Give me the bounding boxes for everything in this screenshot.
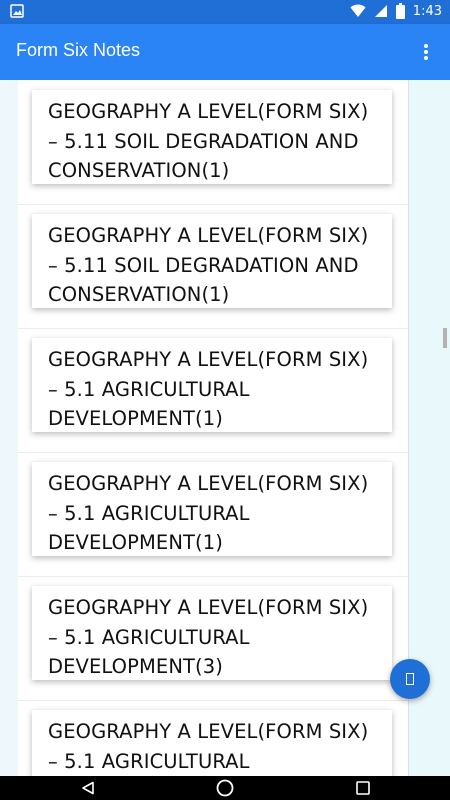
status-time: 1:43: [412, 3, 442, 19]
list-item: GEOGRAPHY A LEVEL(FORM SIX) – 5.1 AGRICU…: [18, 576, 408, 701]
list-item: GEOGRAPHY A LEVEL(FORM SIX) – 5.1 AGRICU…: [18, 700, 408, 776]
status-icons: 1:43: [350, 3, 442, 19]
floating-action-button[interactable]: [390, 659, 430, 699]
article-card[interactable]: GEOGRAPHY A LEVEL(FORM SIX) – 5.1 AGRICU…: [32, 710, 392, 776]
app-title: Form Six Notes: [16, 40, 141, 60]
back-icon: [82, 781, 94, 795]
document-icon: [406, 673, 414, 685]
content-area: GEOGRAPHY A LEVEL(FORM SIX) – 5.11 SOIL …: [0, 80, 450, 776]
wifi-icon: [350, 4, 366, 17]
article-title: GEOGRAPHY A LEVEL(FORM SIX) – 5.11 SOIL …: [48, 224, 369, 306]
list-item: GEOGRAPHY A LEVEL(FORM SIX) – 5.1 AGRICU…: [18, 328, 408, 453]
left-margin-strip: [0, 80, 19, 776]
list-item: GEOGRAPHY A LEVEL(FORM SIX) – 5.11 SOIL …: [18, 80, 408, 205]
article-title: GEOGRAPHY A LEVEL(FORM SIX) – 5.1 AGRICU…: [48, 348, 369, 430]
recents-button[interactable]: [345, 778, 381, 798]
article-title: GEOGRAPHY A LEVEL(FORM SIX) – 5.1 AGRICU…: [48, 596, 369, 678]
more-vert-icon: [424, 44, 428, 60]
article-card[interactable]: GEOGRAPHY A LEVEL(FORM SIX) – 5.1 AGRICU…: [32, 462, 392, 556]
article-card[interactable]: GEOGRAPHY A LEVEL(FORM SIX) – 5.1 AGRICU…: [32, 338, 392, 432]
overflow-menu-button[interactable]: [410, 36, 442, 68]
image-icon: [10, 4, 24, 18]
recents-icon: [356, 781, 370, 795]
list-item: GEOGRAPHY A LEVEL(FORM SIX) – 5.11 SOIL …: [18, 204, 408, 329]
status-bar: 1:43: [0, 0, 450, 24]
article-card[interactable]: GEOGRAPHY A LEVEL(FORM SIX) – 5.1 AGRICU…: [32, 586, 392, 680]
navigation-bar: [0, 776, 450, 800]
signal-icon: [374, 5, 387, 17]
article-card[interactable]: GEOGRAPHY A LEVEL(FORM SIX) – 5.11 SOIL …: [32, 90, 392, 184]
home-icon: [216, 779, 234, 797]
back-button[interactable]: [70, 778, 106, 798]
list-item: GEOGRAPHY A LEVEL(FORM SIX) – 5.1 AGRICU…: [18, 452, 408, 577]
home-button[interactable]: [207, 778, 243, 798]
battery-icon: [395, 3, 405, 19]
panel-handle[interactable]: [443, 328, 447, 348]
article-title: GEOGRAPHY A LEVEL(FORM SIX) – 5.1 AGRICU…: [48, 720, 369, 773]
article-title: GEOGRAPHY A LEVEL(FORM SIX) – 5.1 AGRICU…: [48, 472, 369, 554]
app-bar: Form Six Notes: [0, 24, 450, 80]
article-title: GEOGRAPHY A LEVEL(FORM SIX) – 5.11 SOIL …: [48, 100, 369, 182]
article-list[interactable]: GEOGRAPHY A LEVEL(FORM SIX) – 5.11 SOIL …: [18, 80, 408, 776]
article-card[interactable]: GEOGRAPHY A LEVEL(FORM SIX) – 5.11 SOIL …: [32, 214, 392, 308]
